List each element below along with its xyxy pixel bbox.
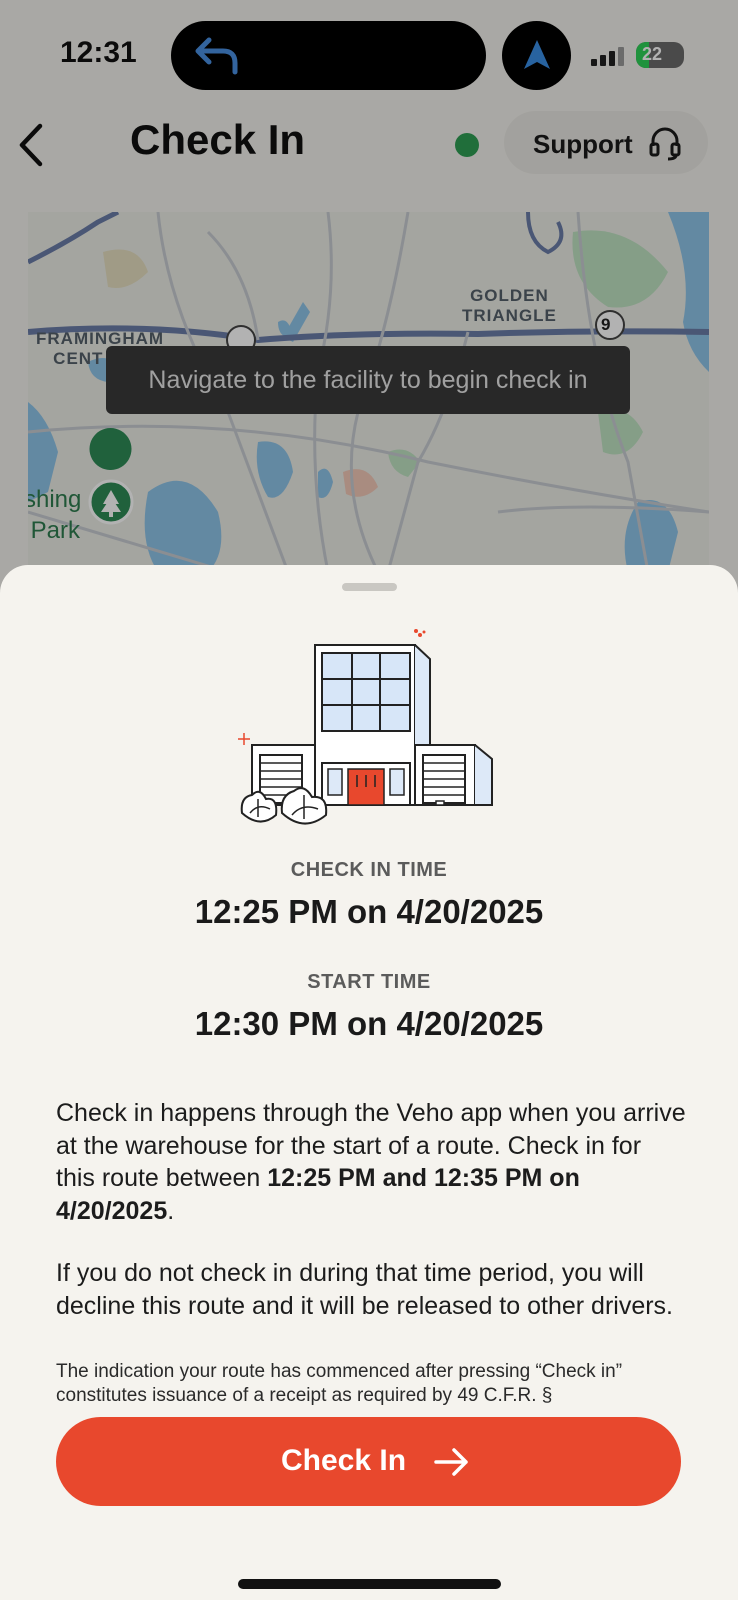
check-in-button-label: Check In (281, 1444, 407, 1477)
check-in-explanation: Check in happens through the Veho app wh… (56, 1099, 686, 1225)
dim-overlay[interactable] (0, 0, 738, 600)
top-area: 12:31 22 Check In Support GOLDEN TRIANGL… (0, 0, 738, 600)
check-in-time-value: 12:25 PM on 4/20/2025 (194, 893, 544, 930)
start-time-label: START TIME (307, 971, 431, 993)
arrow-right-icon (434, 1448, 468, 1476)
check-in-button[interactable]: Check In (56, 1417, 681, 1506)
warehouse-illustration (238, 629, 493, 825)
decline-warning: If you do not check in during that time … (56, 1259, 673, 1320)
check-in-time-label: CHECK IN TIME (290, 859, 448, 881)
check-in-sheet: CHECK IN TIME 12:25 PM on 4/20/2025 STAR… (0, 565, 738, 1600)
legal-fine-print: The indication your route has commenced … (56, 1361, 623, 1406)
home-indicator[interactable] (238, 1579, 501, 1589)
sheet-grabber[interactable] (342, 583, 397, 591)
start-time-value: 12:30 PM on 4/20/2025 (194, 1005, 544, 1042)
